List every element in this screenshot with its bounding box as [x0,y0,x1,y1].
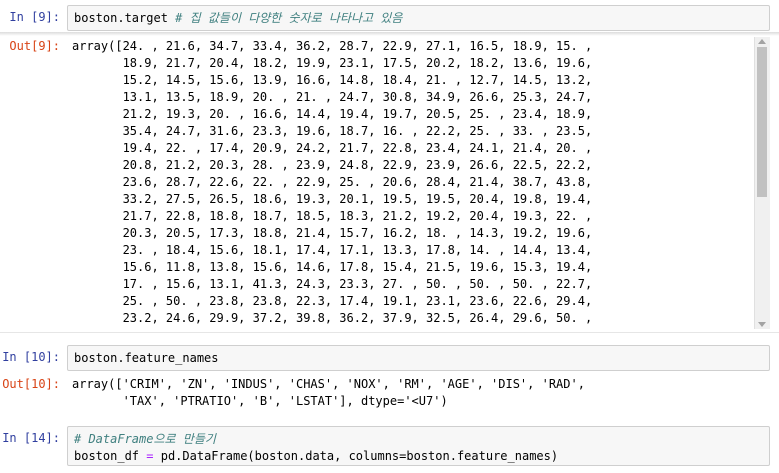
output-line: 23.2, 24.6, 29.9, 37.2, 39.8, 36.2, 37.9… [72,311,593,325]
code-var: boston_df [74,449,140,463]
output-top-shadow [0,32,779,36]
in-prompt-9: In [9]: [9,10,60,24]
output-line: 25. , 50. , 23.8, 23.8, 22.3, 17.4, 19.1… [72,294,593,308]
scroll-down-icon[interactable] [758,322,766,327]
in-prompt-14: In [14]: [2,431,60,445]
code-comment: # 집 값들이 다양한 숫자로 나타나고 있음 [175,11,403,25]
output-text-9: array([24. , 21.6, 34.7, 33.4, 36.2, 28.… [72,38,592,329]
scroll-up-icon[interactable] [758,39,766,44]
output-line: 21.2, 19.3, 20. , 16.6, 14.4, 19.4, 19.7… [72,107,593,121]
output-line: 17. , 15.6, 13.1, 41.3, 24.3, 23.3, 27. … [72,277,593,291]
code-cell-9[interactable]: boston.target # 집 값들이 다양한 숫자로 나타나고 있음 [67,5,770,31]
code-cell-14[interactable]: # DataFrame으로 만들기 boston_df = pd.DataFram… [67,426,770,466]
output-line: 20.8, 21.2, 20.3, 28. , 23.9, 24.8, 22.9… [72,158,593,172]
output-line: 19.4, 22. , 17.4, 20.9, 24.2, 21.7, 22.8… [72,141,593,155]
code-text: boston.feature_names [74,351,219,365]
output-scroll-area-9[interactable]: array([24. , 21.6, 34.7, 33.4, 36.2, 28.… [67,37,770,329]
code-operator: = [146,449,154,463]
out-prompt-9: Out[9]: [9,39,60,53]
output-line: 33.2, 27.5, 26.5, 18.6, 19.3, 20.1, 19.5… [72,192,593,206]
scrollbar-thumb[interactable] [757,47,767,197]
output-text-10: array(['CRIM', 'ZN', 'INDUS', 'CHAS', 'N… [72,376,585,410]
code-comment: # DataFrame으로 만들기 [74,432,216,446]
output-line: 'TAX', 'PTRATIO', 'B', 'LSTAT'], dtype='… [72,394,448,408]
code-cell-10[interactable]: boston.feature_names [67,345,770,371]
output-line: 13.1, 13.5, 18.9, 20. , 21. , 24.7, 30.8… [72,90,593,104]
code-rest: pd.DataFrame(boston.data, columns=boston… [160,449,559,463]
output-line: 21.7, 22.8, 18.8, 18.7, 18.5, 18.3, 21.2… [72,209,593,223]
output-line: 35.4, 24.7, 31.6, 23.3, 19.6, 18.7, 16. … [72,124,593,138]
output-line: 18.9, 21.7, 20.4, 18.2, 19.9, 23.1, 17.5… [72,56,593,70]
vertical-scrollbar[interactable] [754,37,770,329]
code-text: boston.target [74,11,168,25]
output-line: 23.6, 28.7, 22.6, 22. , 22.9, 25. , 20.6… [72,175,593,189]
output-line: 20.3, 20.5, 17.3, 18.8, 21.4, 15.7, 16.2… [72,226,593,240]
out-prompt-10: Out[10]: [2,377,60,391]
in-prompt-10: In [10]: [2,350,60,364]
output-line: 32. , 29.8, 34.9, 37. , 30.5, 36.4, 31.1… [72,327,593,329]
output-line: array(['CRIM', 'ZN', 'INDUS', 'CHAS', 'N… [72,377,585,391]
output-line: 15.6, 11.8, 13.8, 15.6, 14.6, 17.8, 15.4… [72,260,593,274]
output-line: array([24. , 21.6, 34.7, 33.4, 36.2, 28.… [72,39,593,53]
output-line: 23. , 18.4, 15.6, 18.1, 17.4, 17.1, 13.3… [72,243,593,257]
output-divider [0,332,779,333]
code-line: boston_df = pd.DataFrame(boston.data, co… [74,448,763,465]
output-line: 15.2, 14.5, 15.6, 13.9, 16.6, 14.8, 18.4… [72,73,593,87]
